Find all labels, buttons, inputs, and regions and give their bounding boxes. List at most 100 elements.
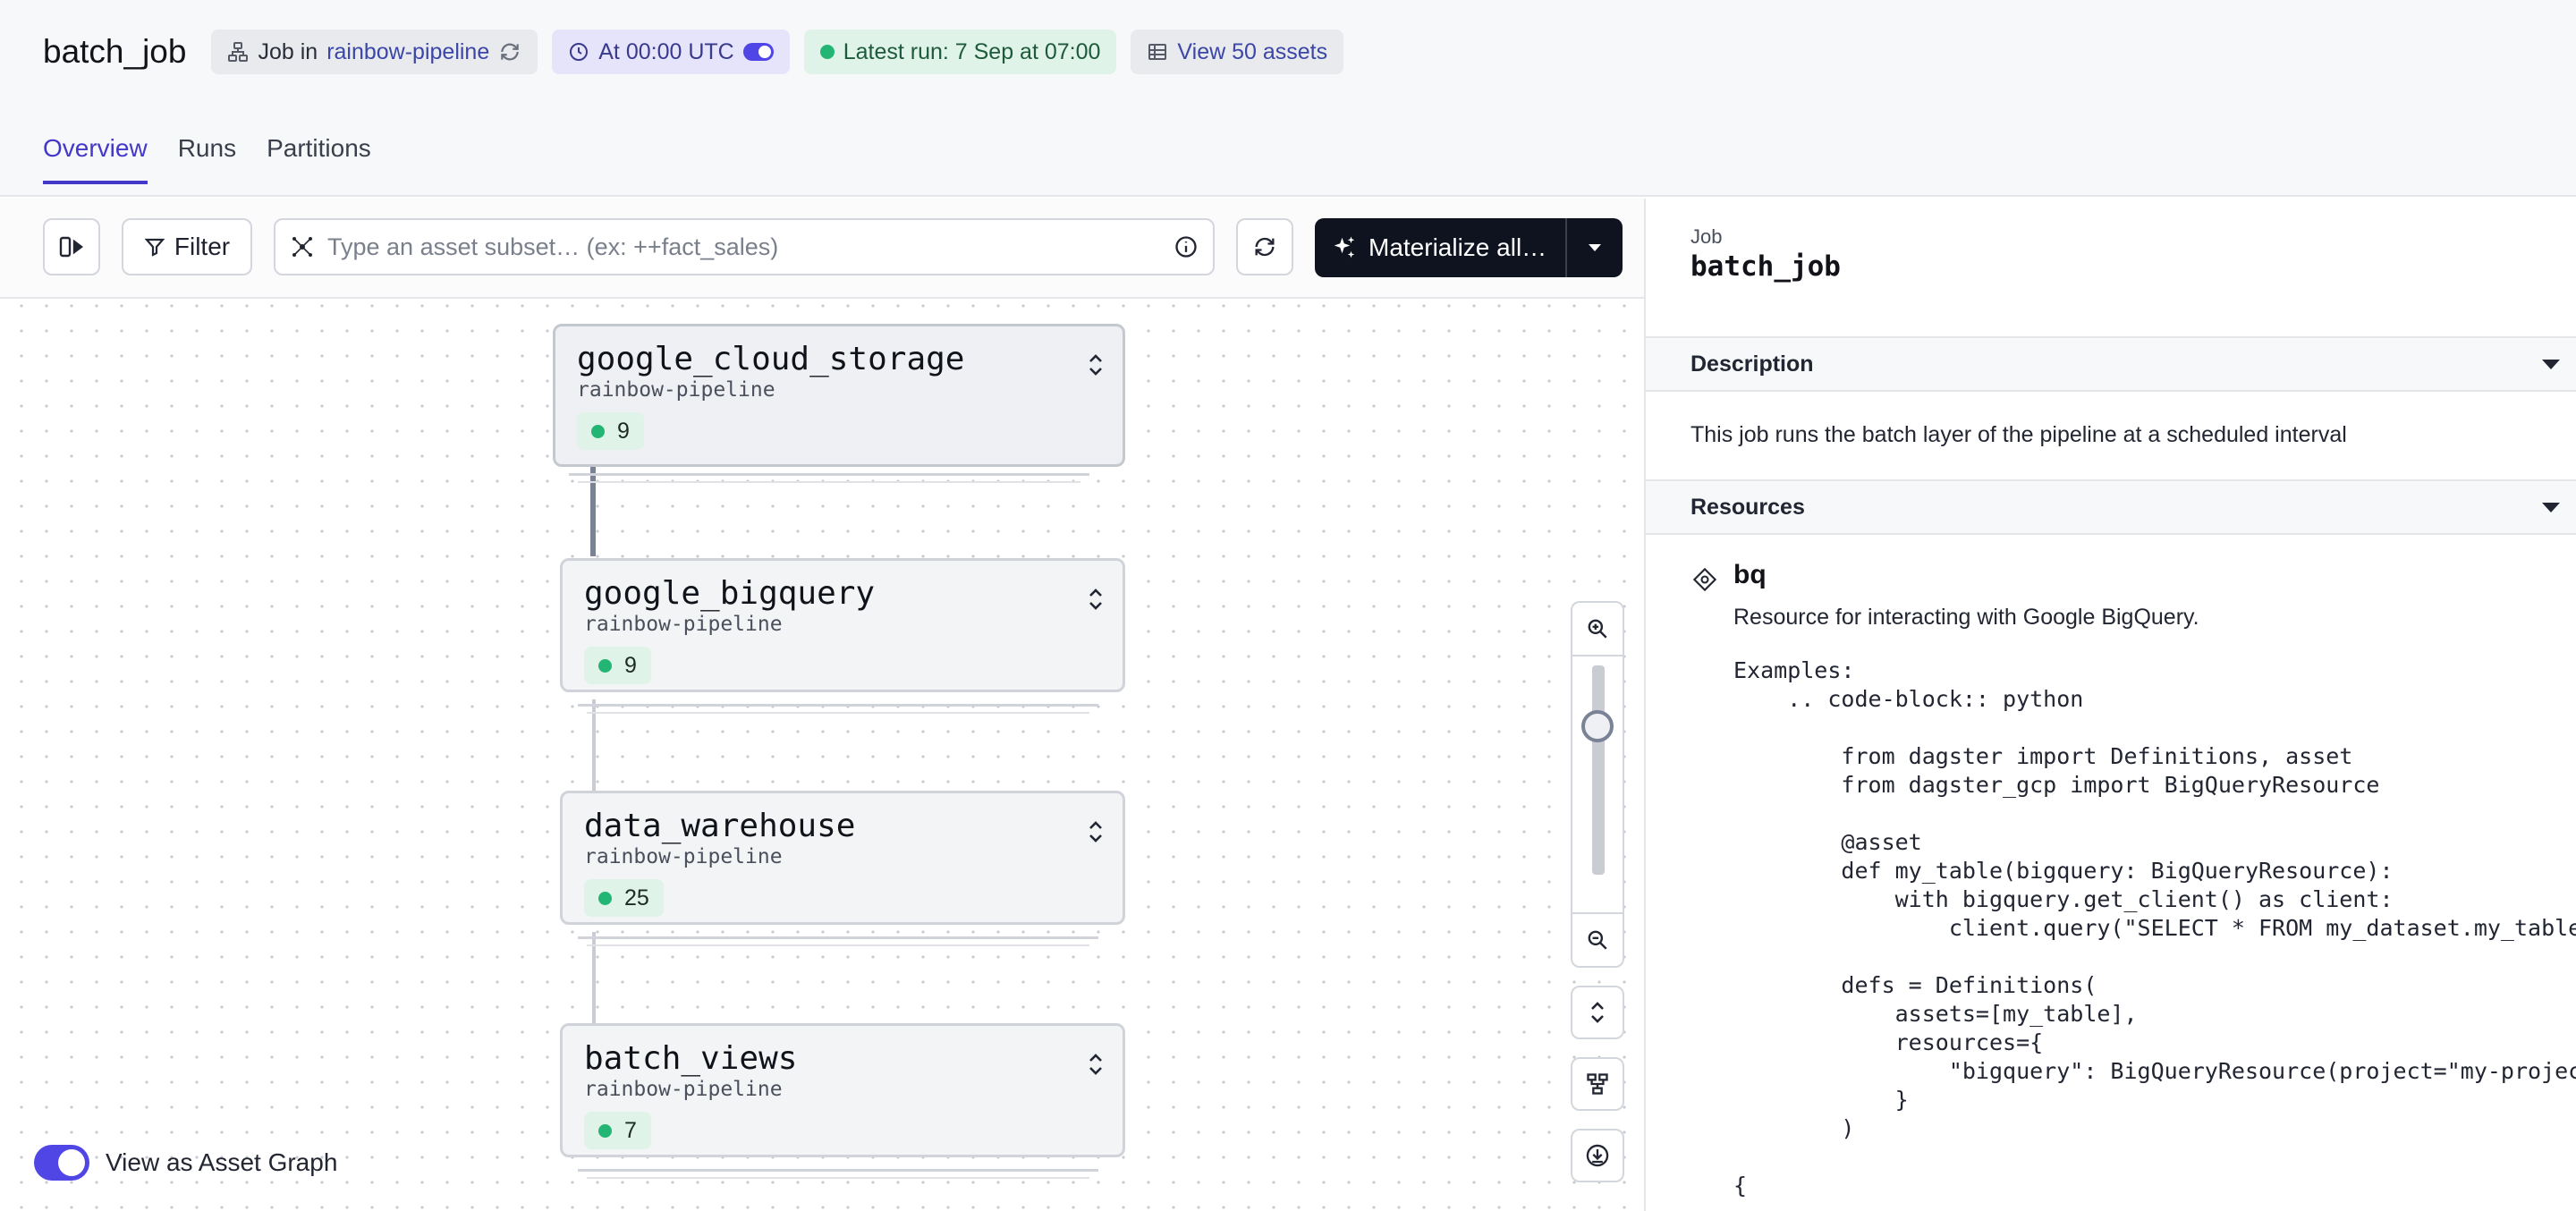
node-stack-shadow: [578, 474, 1080, 483]
expand-collapse-icon: [1591, 1002, 1604, 1023]
layout-button[interactable]: [1571, 1057, 1624, 1111]
schedule-label: At 00:00 UTC: [598, 38, 734, 64]
sparkle-graph-icon: [292, 237, 312, 257]
success-status-icon: [598, 1123, 612, 1138]
node-asset-count-badge[interactable]: 25: [584, 879, 664, 917]
node-asset-count-badge[interactable]: 7: [584, 1112, 651, 1149]
job-prefix: Job in: [258, 38, 318, 64]
zoom-slider-track[interactable]: [1592, 665, 1605, 875]
node-asset-count: 9: [617, 418, 630, 444]
job-graph-icon: [228, 42, 249, 62]
node-asset-count: 25: [624, 885, 649, 910]
asset-graph-toggle[interactable]: [34, 1145, 89, 1181]
zoom-slider-handle[interactable]: [1581, 710, 1614, 742]
description-heading: Description: [1690, 351, 1814, 377]
view-as-asset-graph[interactable]: View as Asset Graph: [34, 1145, 337, 1181]
chevron-down-icon: [2542, 360, 2560, 369]
table-icon: [1148, 44, 1167, 60]
description-section-header[interactable]: Description: [1646, 336, 2576, 392]
resource-description: Resource for interacting with Google Big…: [1733, 605, 2199, 630]
panel-kind-label: Job: [1690, 225, 1723, 248]
job-description: This job runs the batch layer of the pip…: [1690, 422, 2347, 447]
graph-toolbar: Filter Materialize all…: [0, 199, 1644, 299]
title-row: batch_job Job in rainbow-pipeline At 00:…: [43, 27, 1344, 77]
materialize-dropdown-button[interactable]: [1565, 218, 1623, 277]
sparkle-icon: [1334, 236, 1355, 258]
zoom-control-group: [1571, 601, 1624, 968]
chevron-down-icon: [1589, 244, 1601, 251]
layout-icon: [1587, 1073, 1608, 1095]
tab-overview[interactable]: Overview: [43, 134, 148, 184]
op-node-google-cloud-storage[interactable]: google_cloud_storage rainbow-pipeline 9: [553, 324, 1125, 467]
zoom-in-icon: [1588, 619, 1607, 639]
node-location: rainbow-pipeline: [584, 1078, 783, 1101]
tab-partitions[interactable]: Partitions: [267, 134, 371, 184]
expand-all-button[interactable]: [1571, 986, 1624, 1039]
resource-code-example: Examples: .. code-block:: python from da…: [1733, 657, 2576, 1198]
job-location-link[interactable]: rainbow-pipeline: [326, 39, 489, 65]
node-name: batch_views: [584, 1040, 798, 1077]
node-asset-count: 9: [624, 652, 637, 678]
node-location: rainbow-pipeline: [584, 845, 783, 868]
view-assets-link[interactable]: View 50 assets: [1177, 39, 1327, 65]
zoom-out-icon: [1588, 930, 1607, 950]
node-name: google_bigquery: [584, 575, 876, 612]
refresh-icon: [1255, 237, 1275, 257]
schedule-tag[interactable]: At 00:00 UTC: [552, 30, 790, 74]
schedule-toggle[interactable]: [742, 43, 774, 61]
success-status-icon: [591, 424, 605, 438]
op-node-data-warehouse[interactable]: data_warehouse rainbow-pipeline 25: [560, 791, 1125, 925]
zoom-out-button[interactable]: [1572, 912, 1623, 966]
node-asset-count-badge[interactable]: 9: [577, 412, 644, 450]
toggle-sidebar-button[interactable]: [43, 218, 100, 275]
expand-collapse-icon[interactable]: [1087, 818, 1105, 845]
node-name: google_cloud_storage: [577, 341, 965, 377]
node-stack-shadow: [587, 1170, 1089, 1179]
tab-runs[interactable]: Runs: [178, 134, 236, 184]
node-stack-shadow: [587, 705, 1089, 714]
expand-collapse-icon[interactable]: [1087, 1051, 1105, 1078]
latest-run-label: Latest run: 7 Sep at 07:00: [843, 38, 1101, 64]
node-asset-count: 7: [624, 1117, 637, 1143]
filter-icon: [144, 238, 165, 257]
sidebar-toggle-icon: [59, 236, 83, 258]
success-status-icon: [598, 658, 612, 673]
clock-icon: [570, 43, 589, 61]
reload-icon[interactable]: [498, 40, 521, 64]
resource-icon: [1692, 567, 1717, 592]
job-details-panel: Job batch_job Description This job runs …: [1644, 199, 2576, 1211]
materialize-all-label: Materialize all…: [1368, 233, 1547, 261]
info-icon[interactable]: [1174, 234, 1199, 259]
panel-title: batch_job: [1690, 250, 1841, 283]
filter-label: Filter: [174, 233, 231, 260]
asset-subset-input[interactable]: [327, 233, 1161, 261]
page-title: batch_job: [43, 33, 187, 70]
resources-heading: Resources: [1690, 494, 1805, 520]
node-name: data_warehouse: [584, 808, 856, 844]
asset-subset-search[interactable]: [274, 218, 1215, 275]
view-assets-tag[interactable]: View 50 assets: [1131, 30, 1344, 74]
filter-button[interactable]: Filter: [122, 218, 252, 275]
zoom-in-button[interactable]: [1572, 603, 1623, 656]
materialize-all-button[interactable]: Materialize all…: [1315, 218, 1623, 277]
success-status-icon: [598, 891, 612, 905]
tab-bar: Overview Runs Partitions: [43, 134, 371, 184]
op-node-google-bigquery[interactable]: google_bigquery rainbow-pipeline 9: [560, 558, 1125, 692]
materialize-all-main[interactable]: Materialize all…: [1315, 218, 1565, 277]
job-graph-canvas[interactable]: Filter Materialize all… google_cloud_sto…: [0, 199, 1644, 1211]
resource-name: bq: [1733, 560, 1767, 589]
latest-run-tag[interactable]: Latest run: 7 Sep at 07:00: [803, 30, 1117, 74]
refresh-button[interactable]: [1236, 218, 1293, 275]
node-location: rainbow-pipeline: [584, 613, 783, 636]
expand-collapse-icon[interactable]: [1087, 586, 1105, 613]
expand-collapse-icon[interactable]: [1087, 351, 1105, 378]
node-asset-count-badge[interactable]: 9: [584, 647, 651, 684]
resources-section-header[interactable]: Resources: [1646, 479, 2576, 535]
success-status-icon: [819, 45, 835, 59]
op-node-batch-views[interactable]: batch_views rainbow-pipeline 7: [560, 1023, 1125, 1157]
node-stack-shadow: [587, 937, 1089, 946]
download-button[interactable]: [1571, 1129, 1624, 1182]
job-location-tag[interactable]: Job in rainbow-pipeline: [211, 30, 538, 74]
download-icon: [1586, 1144, 1609, 1167]
page-header: batch_job Job in rainbow-pipeline At 00:…: [0, 0, 2576, 197]
